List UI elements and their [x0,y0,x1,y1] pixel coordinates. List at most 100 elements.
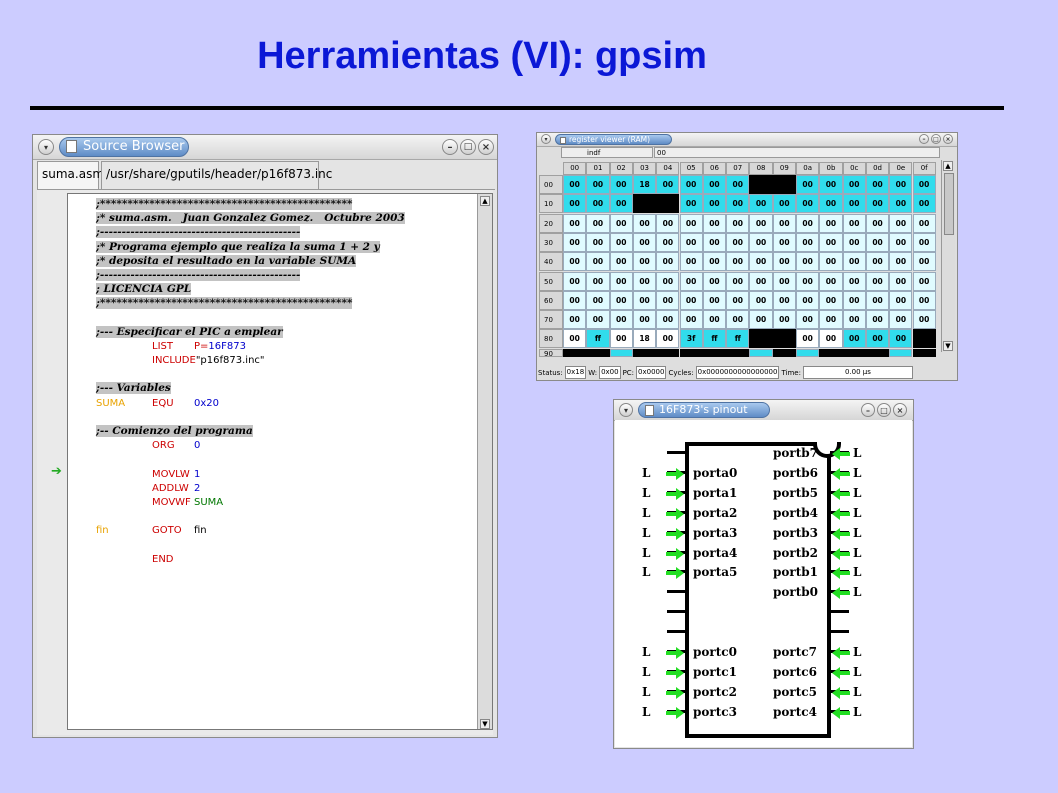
register-cell[interactable]: 00 [563,329,587,349]
arrow-left-icon[interactable] [831,565,851,580]
register-cell[interactable]: 00 [632,271,657,291]
arrow-right-icon[interactable] [665,685,685,699]
register-cell[interactable]: 00 [632,213,657,233]
vertical-scrollbar[interactable]: ▲ ▼ [477,194,492,729]
register-cell[interactable]: 00 [819,232,843,252]
register-cell[interactable]: 00 [819,194,843,214]
register-cell[interactable] [749,175,773,194]
arrow-right-icon[interactable] [665,506,685,520]
register-cell[interactable]: 00 [819,310,843,330]
arrow-left-icon[interactable] [831,526,851,540]
register-cell[interactable]: 00 [702,175,727,194]
register-cell[interactable]: 00 [865,175,890,194]
maximize-button[interactable]: □ [877,403,891,417]
window-menu-button[interactable]: ▾ [619,403,633,417]
register-cell[interactable]: 00 [912,175,936,194]
scroll-up-arrow[interactable]: ▲ [480,196,490,206]
register-cell[interactable]: 00 [609,194,633,214]
scroll-down-arrow[interactable]: ▼ [943,341,953,351]
source-editor[interactable]: ;***************************************… [67,193,493,730]
register-cell[interactable] [772,175,796,194]
register-cell[interactable]: 00 [749,213,773,233]
register-cell[interactable]: 00 [796,252,820,272]
close-button[interactable]: × [478,139,494,155]
scroll-thumb[interactable] [944,173,954,235]
register-cell[interactable]: 00 [912,232,936,252]
register-cell[interactable] [889,348,913,357]
register-cell[interactable]: 00 [609,175,633,194]
register-cell[interactable] [563,348,587,357]
register-cell[interactable]: 00 [819,329,843,349]
arrow-left-icon[interactable] [831,585,851,600]
register-cell[interactable]: 18 [632,175,657,194]
register-cell[interactable]: ff [726,329,750,349]
arrow-left-icon[interactable] [831,645,851,659]
register-cell[interactable] [772,348,796,357]
register-cell[interactable]: 00 [679,175,703,194]
register-cell[interactable]: 00 [609,290,633,310]
register-cell[interactable]: 00 [749,194,773,214]
arrow-right-icon[interactable] [665,565,685,580]
register-cell[interactable]: 00 [772,310,796,330]
source-browser-titlebar[interactable]: ▾ Source Browser – □ × [33,135,497,160]
register-cell[interactable]: 00 [679,271,703,291]
register-cell[interactable]: 00 [772,213,796,233]
window-menu-button[interactable]: ▾ [541,134,551,144]
register-cell[interactable]: 00 [889,310,913,330]
register-cell[interactable]: 00 [726,271,750,291]
register-cell[interactable] [749,348,773,357]
register-cell[interactable]: 00 [679,213,703,233]
register-cell[interactable]: 00 [842,290,866,310]
register-viewer-titlebar[interactable]: ▾ register viewer (RAM) – □ × [537,133,957,147]
register-cell[interactable]: 00 [726,232,750,252]
pinout-titlebar[interactable]: ▾ 16F873's pinout – □ × [614,400,913,421]
register-cell[interactable]: 00 [679,310,703,330]
register-cell[interactable] [796,348,820,357]
close-button[interactable]: × [893,403,907,417]
register-cell[interactable]: 00 [749,290,773,310]
register-cell[interactable]: 00 [865,194,890,214]
register-cell[interactable]: 00 [702,232,727,252]
register-cell[interactable]: 00 [749,271,773,291]
register-cell[interactable]: 00 [609,252,633,272]
register-cell[interactable]: 00 [772,194,796,214]
register-cell[interactable] [726,348,750,357]
register-cell[interactable]: 00 [586,310,610,330]
scroll-up-arrow[interactable]: ▲ [943,161,953,171]
register-cell[interactable]: 00 [865,329,890,349]
register-cell[interactable]: 00 [796,194,820,214]
register-cell[interactable]: 00 [726,310,750,330]
register-cell[interactable]: 00 [796,175,820,194]
register-cell[interactable]: 00 [889,175,913,194]
scroll-down-arrow[interactable]: ▼ [480,719,490,729]
register-cell[interactable]: 00 [796,290,820,310]
register-cell[interactable]: 00 [842,271,866,291]
register-cell[interactable]: 00 [702,252,727,272]
register-cell[interactable]: 00 [586,194,610,214]
register-cell[interactable]: 00 [702,271,727,291]
register-cell[interactable]: 00 [586,290,610,310]
register-cell[interactable]: 00 [865,310,890,330]
register-cell[interactable] [819,348,843,357]
register-cell[interactable] [749,329,773,349]
register-cell[interactable]: 00 [796,271,820,291]
register-cell[interactable]: 00 [563,252,587,272]
register-cell[interactable]: 00 [702,310,727,330]
register-cell[interactable]: 00 [842,175,866,194]
register-cell[interactable]: 00 [842,232,866,252]
register-cell[interactable]: 00 [586,213,610,233]
tab-p16f873-inc[interactable]: /usr/share/gputils/header/p16f873.inc [101,161,332,189]
register-cell[interactable] [632,348,657,357]
register-cell[interactable]: 00 [912,213,936,233]
arrow-right-icon[interactable] [665,546,685,560]
register-cell[interactable]: 00 [726,252,750,272]
register-cell[interactable]: 00 [749,232,773,252]
register-cell[interactable]: 00 [842,329,866,349]
arrow-left-icon[interactable] [831,705,851,719]
register-cell[interactable]: 00 [632,252,657,272]
register-cell[interactable]: 00 [772,252,796,272]
register-cell[interactable]: 00 [656,213,680,233]
register-cell[interactable]: 00 [679,252,703,272]
register-cell[interactable] [586,348,610,357]
register-cell[interactable]: 00 [819,252,843,272]
